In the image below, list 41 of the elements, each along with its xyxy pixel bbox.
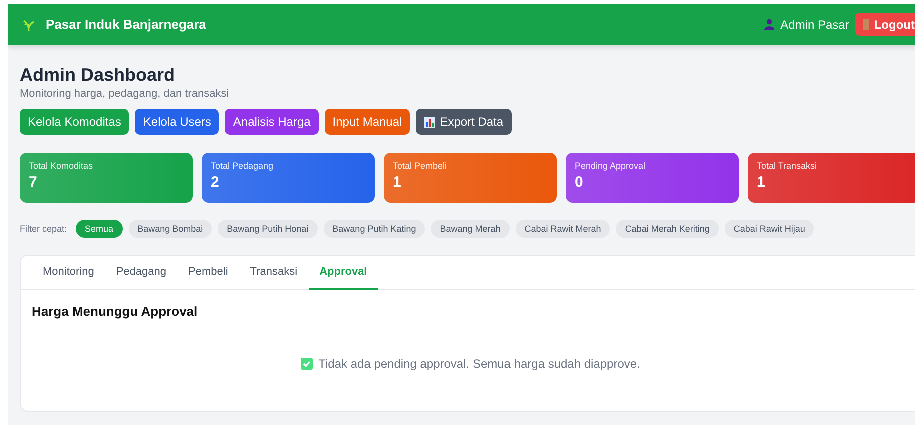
stat-label: Total Komoditas <box>29 161 94 171</box>
stat-value: 1 <box>393 174 402 191</box>
tab[interactable]: Pedagang <box>105 256 178 290</box>
filter-chip[interactable]: Bawang Bombai <box>128 220 212 238</box>
filter-chip[interactable]: Cabai Merah Keriting <box>616 220 719 238</box>
filter-chip[interactable]: Cabai Rawit Merah <box>516 220 610 238</box>
stat-label: Total Pembeli <box>393 161 448 171</box>
user-icon <box>764 19 775 30</box>
filter-chip[interactable]: Bawang Putih Kating <box>324 220 426 238</box>
stat-value: 2 <box>211 174 220 191</box>
page-title: Admin Dashboard <box>20 65 176 86</box>
action-button[interactable]: Input Manual <box>324 109 410 135</box>
stat-value: 1 <box>757 174 766 191</box>
checkmark-icon <box>300 358 313 370</box>
tab[interactable]: Approval <box>308 256 378 290</box>
empty-message: Tidak ada pending approval. Semua harga sudah diapprove. <box>318 357 640 371</box>
filter-chip[interactable]: Semua <box>76 220 123 238</box>
action-button[interactable]: Kelola Komoditas <box>20 109 130 135</box>
action-button[interactable]: Analisis Harga <box>225 109 319 135</box>
user-name: Admin Pasar <box>780 18 850 32</box>
filter-label: Filter cepat: <box>20 224 68 234</box>
logout-button[interactable]: Logout <box>855 13 915 36</box>
action-button[interactable]: Kelola Users <box>135 109 220 135</box>
stat-value: 0 <box>575 174 584 191</box>
door-icon <box>863 19 870 30</box>
tab[interactable]: Pembeli <box>178 256 240 290</box>
tab[interactable]: Transaksi <box>239 256 309 290</box>
stat-value: 7 <box>29 174 38 191</box>
bar-chart-icon <box>424 116 436 128</box>
stat-label: Total Pedagang <box>211 161 275 171</box>
filter-chip[interactable]: Cabai Rawit Hijau <box>724 220 814 238</box>
stat-label: Pending Approval <box>575 161 647 171</box>
leaf-icon <box>22 18 36 32</box>
filter-chip[interactable]: Bawang Putih Honai <box>218 220 318 238</box>
action-button[interactable]: Export Data <box>416 109 512 135</box>
filter-chip[interactable]: Bawang Merah <box>431 220 510 238</box>
section-heading: Harga Menunggu Approval <box>32 304 199 319</box>
brand-name: Pasar Induk Banjarnegara <box>46 17 206 32</box>
stat-label: Total Transaksi <box>757 161 818 171</box>
page-subtitle: Monitoring harga, pedagang, dan transaksi <box>20 88 230 100</box>
tab[interactable]: Monitoring <box>32 256 106 290</box>
